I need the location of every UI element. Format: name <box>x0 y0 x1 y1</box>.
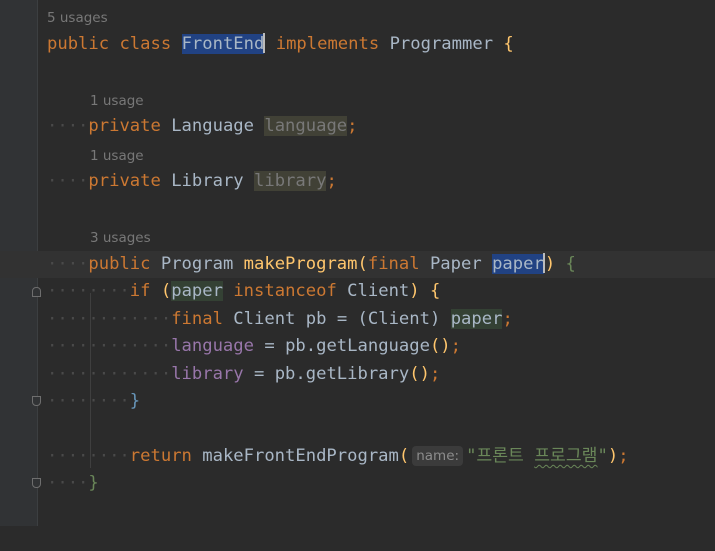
code-line[interactable]: ············final Client pb = (Client) p… <box>0 306 715 333</box>
keyword: implements <box>275 34 380 54</box>
type-name[interactable]: Library <box>171 171 243 191</box>
paren: () <box>429 336 451 356</box>
code-line[interactable]: ····} <box>0 470 715 497</box>
parameter-name-hint[interactable]: name: <box>412 446 464 466</box>
brace: { <box>503 34 514 54</box>
method-call[interactable]: makeFrontEndProgram <box>202 446 399 466</box>
paren: ( <box>160 281 172 301</box>
variable-reference[interactable]: paper <box>171 281 223 301</box>
keyword: final <box>171 309 223 329</box>
field-reference[interactable]: library <box>171 364 243 384</box>
keyword: public <box>47 34 110 54</box>
usages-hint[interactable]: 5 usages <box>47 7 108 29</box>
unused-field[interactable]: library <box>254 171 327 191</box>
field-reference[interactable]: language <box>171 336 254 356</box>
code-line[interactable]: ········} <box>0 388 715 415</box>
operator: = <box>253 364 265 384</box>
method-call[interactable]: pb.getLibrary <box>275 364 410 384</box>
usages-hint[interactable]: 1 usage <box>90 90 144 112</box>
type-name[interactable]: Language <box>171 116 254 136</box>
unused-field[interactable]: language <box>264 116 348 136</box>
code-line[interactable]: ············library = pb.getLibrary(); <box>0 361 715 388</box>
code-line[interactable]: ····private Language language; <box>0 113 715 140</box>
semicolon: ; <box>347 116 358 136</box>
operator: = <box>264 336 275 356</box>
code-line[interactable]: ············language = pb.getLanguage(); <box>0 333 715 360</box>
semicolon: ; <box>450 336 461 356</box>
type-name[interactable]: Program <box>161 254 233 274</box>
method-name[interactable]: makeProgram <box>244 254 358 274</box>
variable-reference[interactable]: paper <box>450 309 503 329</box>
paren: ) <box>544 254 556 274</box>
keyword: return <box>129 446 192 466</box>
usages-hint[interactable]: 1 usage <box>90 145 144 167</box>
paren: ) <box>409 281 420 301</box>
keyword: final <box>367 254 420 274</box>
semicolon: ; <box>502 309 513 329</box>
operator: = <box>336 309 348 329</box>
code-editor[interactable]: f ↑ 5 usages public class FrontEnd imple… <box>0 0 715 526</box>
semicolon: ; <box>326 171 337 191</box>
brace: } <box>88 473 99 493</box>
text-caret <box>263 33 266 53</box>
keyword: if <box>129 281 151 301</box>
code-line[interactable]: ········if (paper instanceof Client) { <box>0 278 715 305</box>
brace: } <box>129 391 141 411</box>
semicolon: ; <box>429 364 441 384</box>
typo-underline[interactable]: 프로그램 <box>534 446 597 466</box>
cast-expression[interactable]: (Client) <box>358 309 441 329</box>
code-line[interactable]: public class FrontEnd implements Program… <box>0 31 715 58</box>
semicolon: ; <box>618 446 629 466</box>
code-line[interactable]: ····private Library library; <box>0 168 715 195</box>
type-name[interactable]: Client <box>347 281 409 301</box>
variable-name[interactable]: pb <box>306 309 327 329</box>
type-name[interactable]: Paper <box>430 254 482 274</box>
keyword: instanceof <box>233 281 337 301</box>
keyword: public <box>88 254 151 274</box>
paren: () <box>409 364 430 384</box>
code-line[interactable]: ········return makeFrontEndProgram(name:… <box>0 443 715 470</box>
type-name[interactable]: Client <box>233 309 295 329</box>
code-line-current[interactable]: ····public Program makeProgram(final Pap… <box>0 251 715 278</box>
brace: { <box>565 254 576 274</box>
interface-name[interactable]: Programmer <box>390 34 493 54</box>
string-literal[interactable]: "프론트 프로그램" <box>466 446 608 466</box>
parameter-name[interactable]: paper <box>492 254 544 274</box>
class-name[interactable]: FrontEnd <box>181 34 265 54</box>
paren: ) <box>607 446 619 466</box>
method-call[interactable]: pb.getLanguage <box>285 336 430 356</box>
keyword: private <box>88 171 161 191</box>
keyword: class <box>119 34 172 54</box>
usages-hint[interactable]: 3 usages <box>90 227 151 249</box>
paren: ( <box>398 446 410 466</box>
brace: { <box>429 281 441 301</box>
paren: ( <box>357 254 368 274</box>
keyword: private <box>88 116 161 136</box>
